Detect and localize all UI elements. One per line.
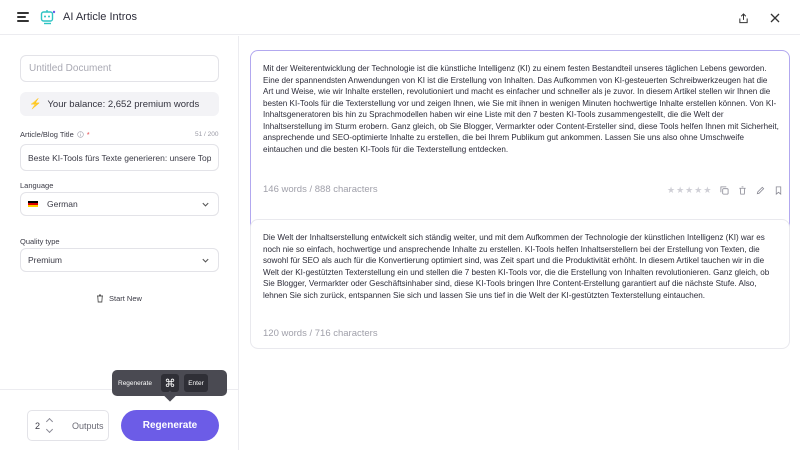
trash-icon — [97, 294, 103, 303]
chevron-down-icon — [202, 258, 209, 263]
output-stats: 146 words / 888 characters — [263, 184, 378, 195]
edit-icon[interactable] — [756, 186, 765, 195]
title-label-text: Article/Blog Title — [20, 130, 74, 139]
star-icon[interactable]: ★ — [667, 186, 675, 195]
output-text: Die Welt der Inhaltserstellung entwickel… — [263, 233, 770, 300]
bookmark-icon[interactable] — [774, 186, 783, 195]
german-flag-icon — [28, 200, 38, 208]
output-text: Mit der Weiterentwicklung der Technologi… — [263, 64, 779, 154]
info-icon[interactable] — [77, 131, 84, 138]
regenerate-button[interactable]: Regenerate — [121, 410, 219, 441]
chevron-down-icon — [202, 202, 209, 207]
star-icon[interactable]: ★ — [703, 186, 711, 195]
title-field-label: Article/Blog Title * — [20, 130, 90, 139]
outputs-label: Outputs — [72, 420, 104, 431]
star-icon[interactable]: ★ — [685, 186, 693, 195]
star-icon[interactable]: ★ — [676, 186, 684, 195]
shortcut-tooltip: Regenerate ⌘ Enter — [112, 370, 227, 396]
start-new-button[interactable]: Start New — [96, 294, 142, 303]
output-card[interactable]: Mit der Weiterentwicklung der Technologi… — [250, 50, 790, 246]
outputs-value: 2 — [35, 420, 41, 431]
language-select[interactable]: German — [20, 192, 219, 216]
hamburger-icon[interactable] — [17, 10, 31, 24]
stepper-arrows-icon[interactable] — [45, 417, 54, 434]
outputs-panel: Mit der Weiterentwicklung der Technologi… — [240, 36, 800, 450]
balance-text: Your balance: 2,652 premium words — [47, 98, 200, 110]
document-title-input[interactable] — [20, 55, 219, 82]
command-key-icon: ⌘ — [160, 374, 179, 392]
language-value: German — [47, 199, 78, 209]
quality-label: Quality type — [20, 237, 60, 246]
quality-select[interactable]: Premium — [20, 248, 219, 272]
required-marker: * — [86, 130, 90, 139]
language-label: Language — [20, 181, 54, 190]
balance-badge: ⚡ Your balance: 2,652 premium words — [20, 92, 219, 116]
share-icon[interactable] — [733, 8, 753, 28]
robot-icon — [40, 10, 56, 25]
output-card[interactable]: Die Welt der Inhaltserstellung entwickel… — [250, 219, 790, 349]
quality-value: Premium — [28, 255, 63, 265]
lightning-icon: ⚡ — [29, 98, 42, 110]
app-header: AI Article Intros — [0, 0, 800, 35]
copy-icon[interactable] — [720, 186, 729, 195]
delete-icon[interactable] — [738, 186, 747, 195]
enter-key: Enter — [183, 374, 208, 392]
title-char-counter: 51 / 200 — [195, 131, 219, 138]
output-actions: ★ ★ ★ ★ ★ — [667, 186, 783, 195]
outputs-stepper[interactable]: 2 Outputs — [27, 410, 109, 441]
tooltip-label: Regenerate — [118, 379, 152, 387]
article-title-input[interactable] — [20, 144, 219, 171]
rating-stars: ★ ★ ★ ★ ★ — [667, 186, 711, 195]
output-stats: 120 words / 716 characters — [263, 328, 378, 339]
generate-bar: 2 Outputs Regenerate — [0, 389, 239, 450]
star-icon[interactable]: ★ — [694, 186, 702, 195]
close-icon[interactable] — [765, 8, 785, 28]
start-new-label: Start New — [109, 294, 142, 303]
app-title: AI Article Intros — [63, 11, 137, 23]
